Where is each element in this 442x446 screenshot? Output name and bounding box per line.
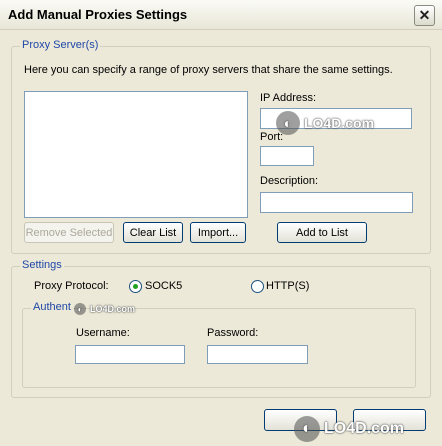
username-label: Username: [76,327,130,339]
password-field[interactable] [207,345,308,364]
password-label: Password: [207,327,259,339]
add-to-list-button[interactable]: Add to List [277,222,367,243]
watermark-corner-text: LO4D.com [324,420,405,437]
import-label: Import... [197,226,239,239]
socks5-label: SOCK5 [145,280,183,292]
description-field[interactable] [260,192,413,213]
title-bar: Add Manual Proxies Settings ✕ [0,0,442,30]
socks5-radio[interactable] [129,280,142,293]
proxy-servers-legend: Proxy Server(s) [20,39,101,51]
window-title: Add Manual Proxies Settings [8,7,188,22]
add-to-list-label: Add to List [296,226,348,239]
port-field[interactable] [260,146,314,166]
clear-list-label: Clear List [129,226,177,239]
https-label: HTTP(S) [266,280,310,292]
proxy-protocol-label: Proxy Protocol: [34,280,109,292]
proxy-servers-description: Here you can specify a range of proxy se… [24,64,393,76]
proxy-server-list[interactable] [24,91,248,218]
import-button[interactable]: Import... [190,222,246,243]
description-label: Description: [260,175,319,187]
remove-selected-label: Remove Selected [25,226,113,239]
watermark-logo-corner: ◐ LO4D.com [294,416,404,442]
username-field[interactable] [75,345,185,364]
watermark-text: LO4D.com [304,115,375,131]
https-radio[interactable] [251,280,264,293]
dialog-window: Add Manual Proxies Settings ✕ Proxy Serv… [0,0,442,446]
watermark-circle-icon: ◐ [276,111,300,135]
settings-legend: Settings [20,259,64,271]
watermark-small-text: LO4D.com [90,304,136,314]
watermark-corner-circle-icon: ◐ [294,416,320,442]
watermark-small-circle-icon: ◐ [74,303,86,315]
watermark-logo-small: ◐ LO4D.com [74,303,135,315]
close-button[interactable]: ✕ [414,5,435,26]
ip-address-label: IP Address: [260,92,317,104]
authentication-legend: Authent [31,301,73,313]
watermark-logo: ◐ LO4D.com [276,111,374,135]
close-icon: ✕ [418,7,431,23]
remove-selected-button[interactable]: Remove Selected [24,222,114,243]
clear-list-button[interactable]: Clear List [123,222,183,243]
